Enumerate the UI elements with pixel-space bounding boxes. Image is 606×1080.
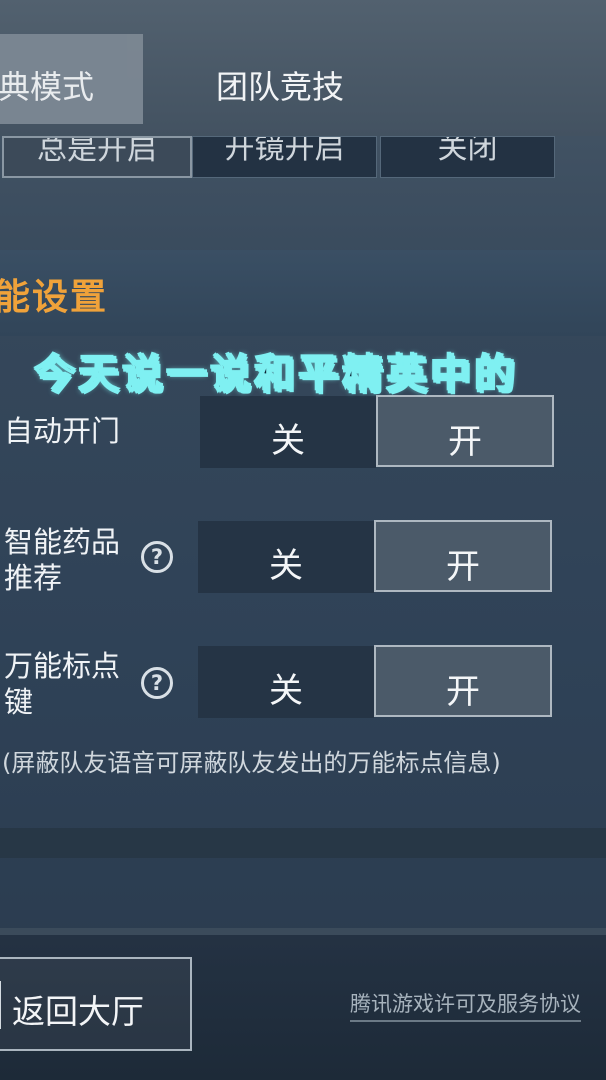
label-line: 智能药品 [4,525,121,559]
section-title: 能设置 [0,277,109,318]
label-line: 键 [4,685,34,719]
help-icon[interactable]: ? [141,541,173,573]
tab-team-deathmatch[interactable]: 团队竞技 [190,34,390,124]
tab-label: 典模式 [0,68,95,106]
option-label: 关闭 [437,136,498,166]
help-icon[interactable]: ? [141,667,173,699]
off-label: 关 [271,421,305,461]
label-line: 推荐 [4,561,63,595]
universal-marker-on-button[interactable]: 开 [374,645,552,717]
smart-medicine-on-button[interactable]: 开 [374,520,552,592]
auto-door-on-button[interactable]: 开 [376,395,554,467]
label-line: 万能标点 [4,649,121,683]
on-label: 开 [446,547,480,587]
section-divider [0,828,606,858]
auto-door-off-button[interactable]: 关 [200,396,376,468]
setting-label-universal-marker: 万能标点 键 [4,648,120,720]
on-label: 开 [446,672,480,712]
back-bar-icon [0,981,1,1029]
back-to-lobby-button[interactable]: 返回大厅 [0,957,192,1051]
back-label: 返回大厅 [12,992,144,1031]
option-scope-on[interactable]: 开镜开启 [192,136,377,178]
tab-classic-mode[interactable]: 典模式 [0,34,143,124]
setting-label-auto-door: 自动开门 [4,414,121,448]
off-label: 关 [269,546,303,586]
option-label: 总是开启 [37,136,157,167]
license-agreement-link[interactable]: 腾讯游戏许可及服务协议 [350,988,581,1022]
option-label: 开镜开启 [224,136,345,166]
tab-label: 团队竞技 [216,68,345,106]
off-label: 关 [269,671,303,711]
setting-note: (屏蔽队友语音可屏蔽队友发出的万能标点信息) [2,749,501,777]
option-always-on[interactable]: 总是开启 [2,136,192,178]
option-off[interactable]: 关闭 [380,136,555,178]
overlay-caption: 今天说一说和平精英中的 [34,351,519,399]
universal-marker-off-button[interactable]: 关 [198,646,374,718]
smart-medicine-off-button[interactable]: 关 [198,521,374,593]
setting-label-smart-medicine: 智能药品 推荐 [4,524,120,596]
on-label: 开 [448,422,482,462]
